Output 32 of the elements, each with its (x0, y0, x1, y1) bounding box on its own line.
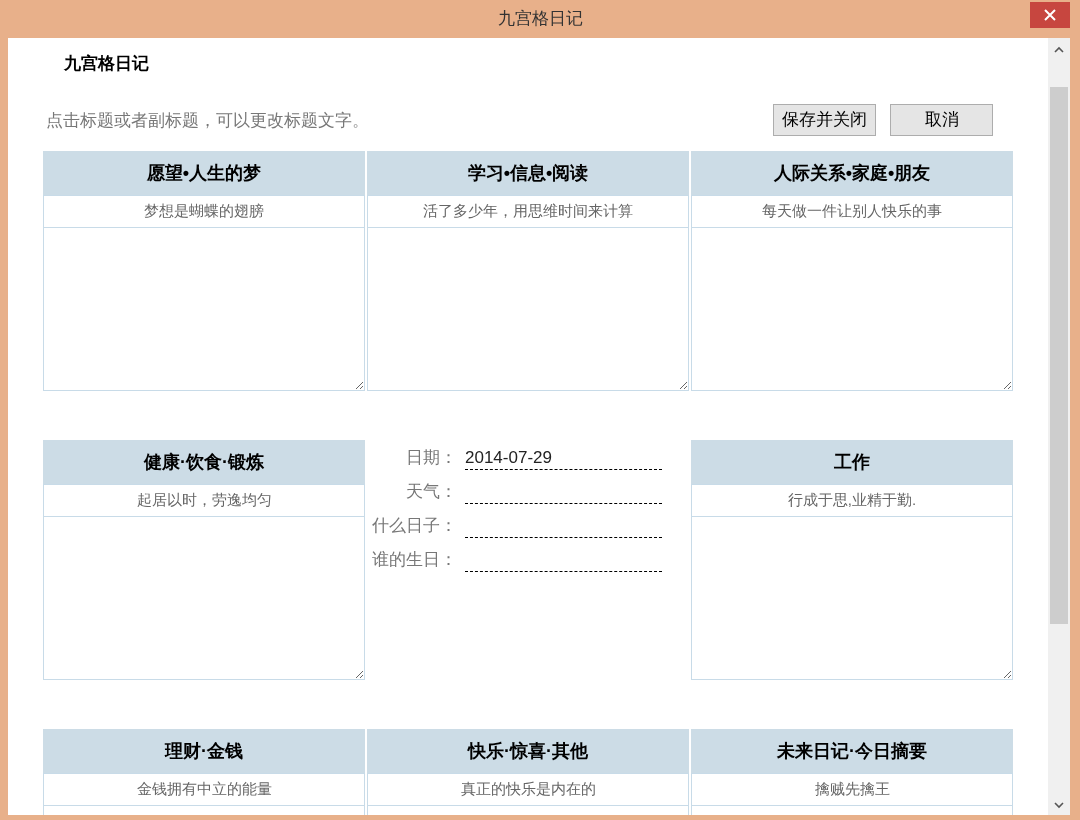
topic-subtitle[interactable]: 梦想是蝴蝶的翅膀 (43, 195, 365, 228)
hint-text: 点击标题或者副标题，可以更改标题文字。 (46, 110, 369, 132)
topic-subtitle[interactable]: 每天做一件让别人快乐的事 (691, 195, 1013, 228)
topic-title[interactable]: 健康·饮食·锻炼 (43, 440, 365, 484)
topic-subtitle[interactable]: 活了多少年，用思维时间来计算 (367, 195, 689, 228)
topic-subtitle[interactable]: 金钱拥有中立的能量 (43, 773, 365, 806)
topic-subtitle[interactable]: 擒贼先擒王 (691, 773, 1013, 806)
topic-subtitle[interactable]: 真正的快乐是内在的 (367, 773, 689, 806)
window-title: 九宫格日记 (497, 8, 583, 31)
scroll-up-icon[interactable] (1054, 46, 1064, 53)
topic-title[interactable]: 工作 (691, 440, 1013, 484)
field-label: 什么日子： (371, 515, 457, 537)
close-icon (1044, 9, 1056, 21)
field-label: 天气： (405, 481, 457, 503)
scroll-down-icon[interactable] (1054, 802, 1064, 809)
topic-title[interactable]: 理财·金钱 (43, 729, 365, 773)
close-button[interactable] (1030, 2, 1070, 28)
topic-title[interactable]: 学习•信息•阅读 (367, 151, 689, 195)
page-heading: 九宫格日记 (64, 53, 149, 75)
action-button[interactable]: 保存并关闭 (773, 104, 876, 136)
action-button[interactable]: 取消 (890, 104, 993, 136)
topic-title[interactable]: 快乐·惊喜·其他 (367, 729, 689, 773)
topic-title[interactable]: 未来日记·今日摘要 (691, 729, 1013, 773)
scrollbar-thumb[interactable] (1050, 87, 1068, 624)
scrollbar[interactable] (1048, 38, 1070, 815)
topic-title[interactable]: 愿望•人生的梦 (43, 151, 365, 195)
input-field[interactable]: 2014-07-29 (465, 446, 662, 470)
topic-title[interactable]: 人际关系•家庭•朋友 (691, 151, 1013, 195)
topic-subtitle[interactable]: 行成于思,业精于勤. (691, 484, 1013, 517)
field-label: 谁的生日： (371, 549, 457, 571)
topic-subtitle[interactable]: 起居以时，劳逸均匀 (43, 484, 365, 517)
field-label: 日期： (405, 447, 457, 469)
